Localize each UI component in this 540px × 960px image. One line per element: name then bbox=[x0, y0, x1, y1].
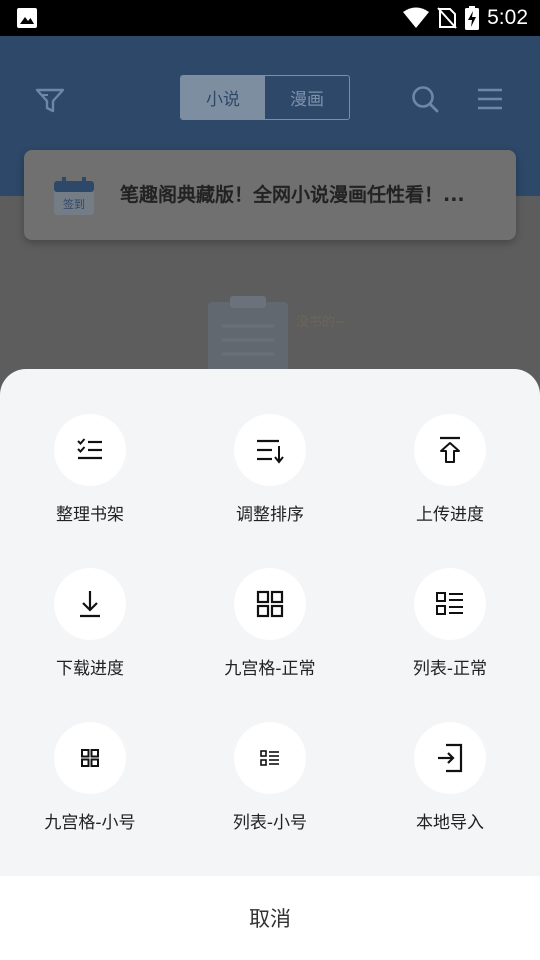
action-label: 调整排序 bbox=[236, 505, 304, 525]
notice-text: 笔趣阁典藏版！全网小说漫画任性看！... bbox=[120, 184, 465, 206]
action-circle bbox=[234, 568, 306, 640]
empty-bookshelf-illustration: 没书的~ bbox=[208, 296, 346, 380]
notice-card[interactable]: 签到 笔趣阁典藏版！全网小说漫画任性看！... bbox=[24, 150, 516, 240]
action-label: 下载进度 bbox=[56, 659, 124, 679]
action-circle bbox=[234, 722, 306, 794]
action-label: 九宫格-小号 bbox=[44, 813, 136, 833]
filter-icon[interactable] bbox=[34, 84, 66, 116]
status-bar: 5:02 bbox=[0, 0, 540, 36]
action-adjust-sort[interactable]: 调整排序 bbox=[180, 369, 360, 525]
action-circle bbox=[414, 722, 486, 794]
small-list-icon bbox=[260, 750, 279, 766]
image-icon bbox=[17, 8, 37, 28]
action-circle bbox=[234, 414, 306, 486]
action-label: 九宫格-正常 bbox=[224, 659, 316, 679]
checkin-label: 签到 bbox=[63, 198, 85, 211]
action-label: 列表-小号 bbox=[232, 813, 308, 833]
sort-icon bbox=[257, 439, 284, 464]
list-icon bbox=[436, 592, 463, 615]
action-label: 本地导入 bbox=[416, 813, 484, 833]
action-grid-normal[interactable]: 九宫格-正常 bbox=[180, 523, 360, 679]
tab-switcher: 小说 漫画 bbox=[180, 75, 350, 120]
download-icon bbox=[80, 591, 100, 618]
menu-icon[interactable] bbox=[476, 86, 504, 112]
action-circle bbox=[54, 568, 126, 640]
action-list-small[interactable]: 列表-小号 bbox=[180, 677, 360, 833]
action-label: 列表-正常 bbox=[412, 659, 488, 679]
tab-comic[interactable]: 漫画 bbox=[265, 76, 349, 119]
no-sim-icon bbox=[437, 7, 457, 29]
action-upload-progress[interactable]: 上传进度 bbox=[360, 369, 540, 525]
action-circle bbox=[414, 568, 486, 640]
upload-icon bbox=[440, 436, 460, 463]
empty-caption: 没书的~ bbox=[296, 314, 346, 330]
cancel-button[interactable]: 取消 bbox=[0, 876, 540, 960]
action-local-import[interactable]: 本地导入 bbox=[360, 677, 540, 833]
wifi-icon bbox=[403, 7, 430, 28]
action-label: 上传进度 bbox=[416, 505, 484, 525]
status-time: 5:02 bbox=[487, 6, 528, 29]
grid-icon bbox=[256, 590, 284, 618]
search-icon[interactable] bbox=[410, 84, 440, 114]
tab-novel[interactable]: 小说 bbox=[181, 76, 265, 119]
action-organize-shelf[interactable]: 整理书架 bbox=[0, 369, 180, 525]
small-grid-icon bbox=[81, 749, 99, 767]
action-circle bbox=[414, 414, 486, 486]
action-grid-small[interactable]: 九宫格-小号 bbox=[0, 677, 180, 833]
action-list-normal[interactable]: 列表-正常 bbox=[360, 523, 540, 679]
import-icon bbox=[438, 743, 463, 773]
action-label: 整理书架 bbox=[56, 505, 124, 525]
battery-charging-icon bbox=[465, 6, 480, 30]
action-sheet: 整理书架 调整排序 上传进度 下载进度 九宫格-正常 列表-正常 九宫格-小号 … bbox=[0, 369, 540, 876]
action-circle bbox=[54, 414, 126, 486]
action-circle bbox=[54, 722, 126, 794]
action-download-progress[interactable]: 下载进度 bbox=[0, 523, 180, 679]
checklist-icon bbox=[77, 438, 102, 460]
